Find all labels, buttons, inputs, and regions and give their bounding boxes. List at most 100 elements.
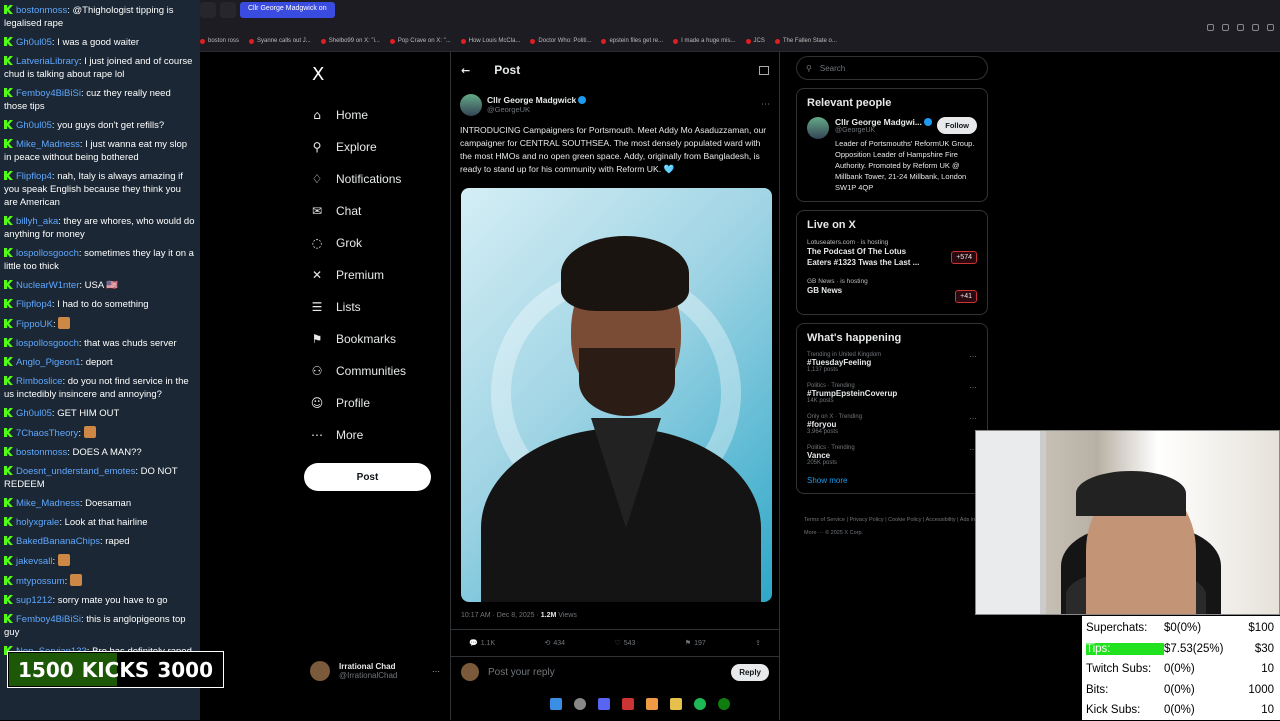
obs-icon[interactable] xyxy=(622,698,634,710)
bookmark-item[interactable]: boston ross xyxy=(200,38,239,44)
stat-row: Superchats: $0(0%) $100 xyxy=(1086,618,1276,639)
nav-item-profile[interactable]: ☺ Profile xyxy=(300,387,440,419)
kick-badge-icon xyxy=(4,139,13,148)
folder-icon[interactable] xyxy=(670,698,682,710)
reply-action[interactable]: 💬 1.1K xyxy=(469,639,495,647)
chat-username[interactable]: Flipflop4 xyxy=(16,299,52,310)
reply-button[interactable]: Reply xyxy=(731,663,769,681)
bookmark-item[interactable]: Syanne calls out J... xyxy=(249,38,311,44)
author-avatar[interactable] xyxy=(460,93,482,116)
kick-badge-icon xyxy=(4,556,13,565)
tab-blank-2[interactable] xyxy=(220,2,236,18)
trend-item[interactable]: Trending in United Kingdom #TuesdayFeelin… xyxy=(807,352,977,373)
live-item[interactable]: GB News · is hosting GB News +41 xyxy=(807,278,977,303)
discord-icon[interactable] xyxy=(598,698,610,710)
more-options-icon[interactable]: ⋯ xyxy=(761,100,770,110)
show-more-link[interactable]: Show more xyxy=(807,476,977,485)
trend-item[interactable]: Politics · Trending #TrumpEpsteinCoverup 1… xyxy=(807,383,977,404)
account-switcher[interactable]: Irrational Chad @IrrationalChad ⋯ xyxy=(310,658,440,684)
share-icon[interactable] xyxy=(1222,24,1229,31)
repost-action[interactable]: ⟲ 434 xyxy=(545,639,566,647)
zoom-icon[interactable] xyxy=(1207,24,1214,31)
x-logo-icon[interactable]: X xyxy=(312,64,440,85)
chat-username[interactable]: Mike_Madness xyxy=(16,498,80,509)
bookmark-item[interactable]: Doctor Who: Politi... xyxy=(530,38,591,44)
share-icon[interactable]: ⇪ xyxy=(755,639,761,647)
chat-username[interactable]: Anglo_Pigeon1 xyxy=(16,357,80,368)
nav-item-home[interactable]: ⌂ Home xyxy=(300,99,440,131)
trend-item[interactable]: Only on X · Trending #foryou 3,964 posts ⋯ xyxy=(807,414,977,435)
search-input[interactable]: ⚲ Search xyxy=(796,56,988,80)
reply-input[interactable]: Post your reply xyxy=(488,667,555,678)
chat-username[interactable]: Doesnt_understand_emotes xyxy=(16,466,135,477)
chat-username[interactable]: LatveriaLibrary xyxy=(16,56,79,67)
author-name[interactable]: Cllr George Madgwick xyxy=(487,95,576,105)
chrome-icon[interactable] xyxy=(646,698,658,710)
bookmark-item[interactable]: I made a huge mis... xyxy=(673,38,736,44)
chat-username[interactable]: FippoUK xyxy=(16,319,53,330)
chat-username[interactable]: lospollosgooch xyxy=(16,338,79,349)
more-icon[interactable]: ⋯ xyxy=(969,352,977,361)
bookmark-item[interactable]: How Louis McCla... xyxy=(460,38,520,44)
tab-blank[interactable] xyxy=(200,2,216,18)
chat-username[interactable]: bostonmoss xyxy=(16,5,67,16)
nav-item-lists[interactable]: ☰ Lists xyxy=(300,291,440,323)
more-icon[interactable]: ⋯ xyxy=(432,667,440,676)
footer-links[interactable]: Terms of Service | Privacy Policy | Cook… xyxy=(796,514,988,540)
chat-username[interactable]: bostonmoss xyxy=(16,447,67,458)
back-arrow-icon[interactable]: ← xyxy=(461,64,470,77)
spotify-icon[interactable] xyxy=(694,698,706,710)
bookmark-action[interactable]: ⚑ 197 xyxy=(685,639,706,647)
reader-icon[interactable] xyxy=(759,65,769,75)
chat-username[interactable]: Gh0ul05 xyxy=(16,408,52,419)
chat-username[interactable]: 7ChaosTheory xyxy=(16,428,78,439)
stat-goal: 10 xyxy=(1261,663,1274,676)
xbox-icon[interactable] xyxy=(718,698,730,710)
nav-item-more[interactable]: ⋯ More xyxy=(300,419,440,451)
star-icon[interactable] xyxy=(1237,24,1244,31)
chat-username[interactable]: BakedBananaChips xyxy=(16,536,100,547)
chat-username[interactable]: Femboy4BiBiSi xyxy=(16,88,81,99)
bookmark-item[interactable]: epstein files get re... xyxy=(601,38,663,44)
chat-username[interactable]: Mike_Madness xyxy=(16,139,80,150)
chat-username[interactable]: mtypossum xyxy=(16,576,65,587)
chat-username[interactable]: Gh0ul05 xyxy=(16,37,52,48)
chat-username[interactable]: Rimboslice xyxy=(16,376,62,387)
post-button[interactable]: Post xyxy=(304,463,431,491)
nav-item-bookmarks[interactable]: ⚑ Bookmarks xyxy=(300,323,440,355)
post-image[interactable] xyxy=(461,188,772,602)
nav-item-communities[interactable]: ⚇ Communities xyxy=(300,355,440,387)
person-avatar[interactable] xyxy=(807,117,829,139)
chat-username[interactable]: jakevsall xyxy=(16,556,52,567)
bookmark-item[interactable]: Pop Crave on X: "... xyxy=(389,38,451,44)
bookmark-item[interactable]: JCS xyxy=(745,38,765,44)
more-icon[interactable]: ⋯ xyxy=(969,414,977,423)
chat-username[interactable]: NuclearW1nter xyxy=(16,280,79,291)
chat-username[interactable]: Flipflop4 xyxy=(16,171,52,182)
person-name[interactable]: Cllr George Madgwi... xyxy=(835,117,922,127)
chat-username[interactable]: holyxgrale xyxy=(16,517,59,528)
nav-item-premium[interactable]: ✕ Premium xyxy=(300,259,440,291)
follow-button[interactable]: Follow xyxy=(937,117,977,134)
chat-username[interactable]: Femboy4BiBiSi xyxy=(16,614,81,625)
trend-item[interactable]: Politics · Trending Vance 205K posts ⋯ xyxy=(807,445,977,466)
nav-item-grok[interactable]: ◌ Grok xyxy=(300,227,440,259)
bookmark-item[interactable]: Shelbo99 on X: "i... xyxy=(320,38,380,44)
tab-active[interactable]: Cllr George Madgwick on xyxy=(240,2,335,18)
live-item[interactable]: Lotuseaters.com · is hosting The Podcast … xyxy=(807,239,977,268)
nav-item-explore[interactable]: ⚲ Explore xyxy=(300,131,440,163)
more-icon[interactable]: ⋯ xyxy=(969,383,977,392)
search-icon[interactable] xyxy=(574,698,586,710)
chat-username[interactable]: sup1212 xyxy=(16,595,52,606)
nav-item-notifications[interactable]: ♢ Notifications xyxy=(300,163,440,195)
nav-item-chat[interactable]: ✉ Chat xyxy=(300,195,440,227)
extension-icon[interactable] xyxy=(1252,24,1259,31)
like-action[interactable]: ♡ 543 xyxy=(614,639,635,647)
chat-username[interactable]: lospollosgooch xyxy=(16,248,79,259)
chat-icon: ✉ xyxy=(311,204,323,218)
windows-start-icon[interactable] xyxy=(550,698,562,710)
bookmark-item[interactable]: The Fallen State o... xyxy=(774,38,837,44)
chat-username[interactable]: billyh_aka xyxy=(16,216,58,227)
chat-username[interactable]: Gh0ul05 xyxy=(16,120,52,131)
menu-icon[interactable] xyxy=(1267,24,1274,31)
